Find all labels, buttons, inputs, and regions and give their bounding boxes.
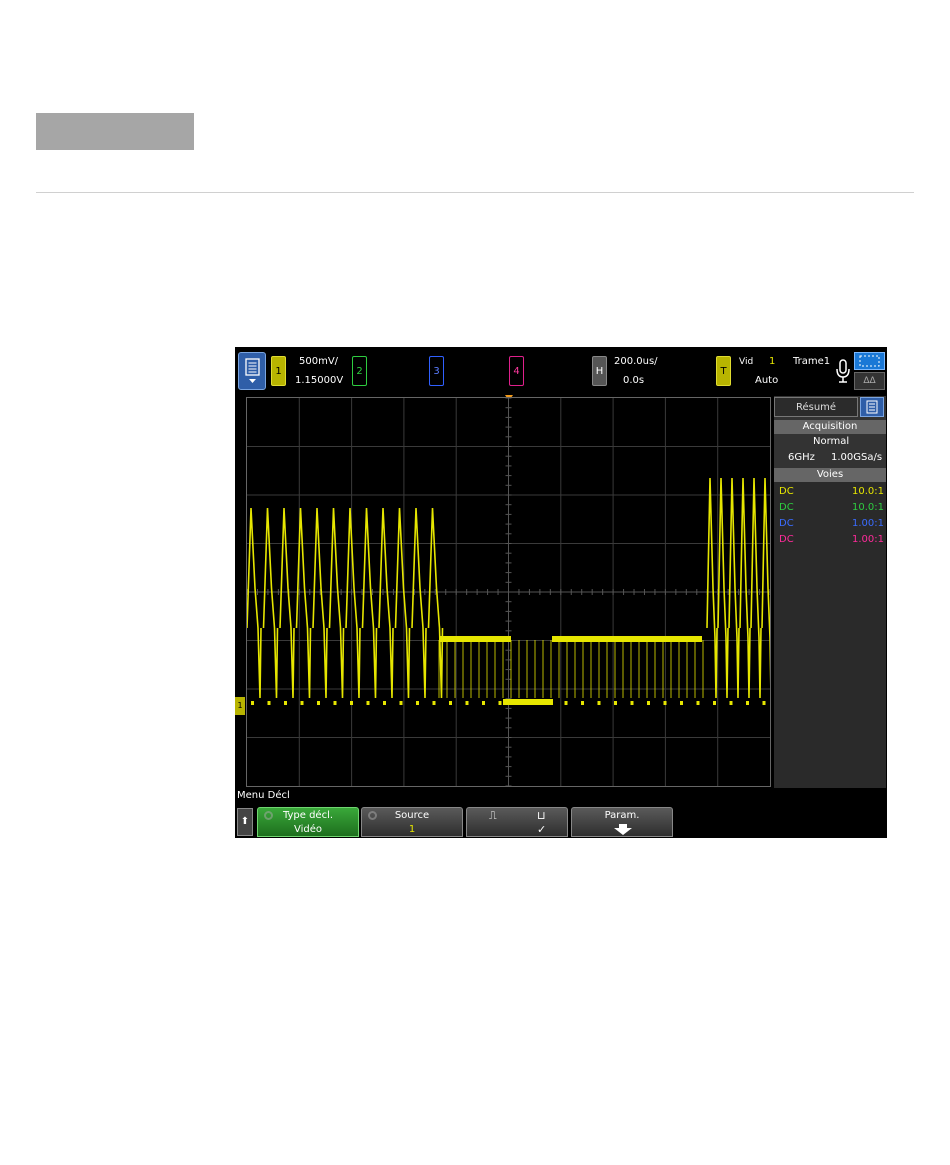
horizontal-button[interactable]: H bbox=[592, 356, 607, 386]
ch3-probe: 1.00:1 bbox=[852, 518, 884, 529]
ch1-sync-tip bbox=[399, 701, 403, 705]
ch1-sync-tip bbox=[300, 701, 304, 705]
trigger-type-value: Vidéo bbox=[293, 824, 323, 835]
source-label: Source bbox=[394, 810, 430, 821]
ch2-coupling: DC bbox=[779, 502, 794, 513]
ch1-sync-tip bbox=[498, 701, 502, 705]
ch1-sync-tip bbox=[432, 701, 436, 705]
measure-delta-icon[interactable]: ΔΔ bbox=[854, 372, 885, 390]
ch1-sync-tip bbox=[333, 701, 337, 705]
ch1-sync-tip bbox=[729, 701, 733, 705]
ch1-probe: 10.0:1 bbox=[852, 486, 884, 497]
channels-list: DC 10.0:1 DC 10.0:1 DC 1.00:1 DC 1.00:1 bbox=[774, 482, 886, 788]
polarity-softkey[interactable]: ⎍ ⊔ ✓ bbox=[466, 807, 568, 837]
ch1-sync-tip bbox=[465, 701, 469, 705]
waveform-area bbox=[247, 398, 770, 786]
ch1-sync-tip bbox=[449, 701, 452, 705]
ch4-probe: 1.00:1 bbox=[852, 534, 884, 545]
ch1-sync-tip bbox=[647, 701, 650, 705]
ch1-sync-tip bbox=[515, 701, 518, 705]
channel-2-button[interactable]: 2 bbox=[352, 356, 367, 386]
microphone-icon[interactable] bbox=[835, 359, 851, 385]
ch1-vsync-pulse bbox=[503, 699, 553, 705]
waveform-display bbox=[246, 397, 771, 787]
negative-polarity-icon: ⊔ bbox=[537, 809, 546, 822]
ch1-sync-tip bbox=[548, 701, 551, 705]
ch1-sync-tip bbox=[531, 701, 535, 705]
ch1-sync-tip bbox=[746, 701, 749, 705]
params-label: Param. bbox=[604, 810, 640, 821]
ch1-sync-tip bbox=[350, 701, 353, 705]
oscilloscope-screen: 1 500mV/ 1.15000V 2 3 4 H 200.0us/ 0.0s … bbox=[235, 347, 887, 838]
channel-1-button[interactable]: 1 bbox=[271, 356, 286, 386]
params-softkey[interactable]: Param. bbox=[571, 807, 673, 837]
ch1-sync-tip bbox=[564, 701, 568, 705]
ch1-sync-tip bbox=[614, 701, 617, 705]
source-softkey[interactable]: Source 1 bbox=[361, 807, 463, 837]
check-icon: ✓ bbox=[537, 823, 547, 836]
sample-rate: 1.00GSa/s bbox=[831, 452, 883, 463]
ch1-blanking-level bbox=[439, 636, 511, 642]
ch1-sync-tip bbox=[416, 701, 419, 705]
arrow-down-icon bbox=[614, 824, 632, 835]
menu-title: Menu Décl bbox=[237, 790, 290, 801]
ch1-sync-tip bbox=[663, 701, 667, 705]
ch1-sync-tip bbox=[284, 701, 287, 705]
acquisition-mode: Normal bbox=[813, 436, 850, 447]
ch1-offset: 1.15000V bbox=[295, 375, 344, 386]
channels-header: Voies bbox=[774, 468, 886, 482]
ch1-sync-tip bbox=[267, 701, 271, 705]
trigger-source: 1 bbox=[769, 356, 776, 367]
ch1-sync-tip bbox=[251, 701, 254, 705]
ch1-sync-tip bbox=[317, 701, 320, 705]
ch1-blanking-level bbox=[552, 636, 702, 642]
ch1-scale: 500mV/ bbox=[299, 356, 339, 367]
ch1-ground-marker[interactable]: 1 bbox=[235, 697, 245, 715]
trigger-field: Trame1 bbox=[793, 356, 831, 367]
trigger-button[interactable]: T bbox=[716, 356, 731, 386]
horizontal-delay: 0.0s bbox=[623, 375, 645, 386]
channel-4-button[interactable]: 4 bbox=[509, 356, 524, 386]
ch1-sync-tip bbox=[630, 701, 634, 705]
status-header: 1 500mV/ 1.15000V 2 3 4 H 200.0us/ 0.0s … bbox=[235, 347, 887, 395]
trigger-type-softkey[interactable]: Type décl. Vidéo bbox=[257, 807, 359, 837]
ch1-sync-tip bbox=[762, 701, 766, 705]
ch1-trace-active bbox=[706, 477, 770, 699]
trigger-mode: Auto bbox=[755, 375, 779, 386]
ch1-sync-tip bbox=[597, 701, 601, 705]
ch1-sync-tip bbox=[366, 701, 370, 705]
ch1-trace-active bbox=[247, 507, 444, 699]
tab-resume[interactable]: Résumé bbox=[774, 397, 858, 417]
info-panel: Résumé Acquisition Normal 6GHz 1.00GSa/s… bbox=[774, 396, 886, 788]
menu-icon bbox=[245, 358, 260, 383]
ch1-sync-tip bbox=[696, 701, 700, 705]
ch1-coupling: DC bbox=[779, 486, 794, 497]
zoom-box-icon[interactable] bbox=[854, 352, 885, 370]
ch1-sync-tip bbox=[581, 701, 584, 705]
horizontal-scale: 200.0us/ bbox=[614, 356, 658, 367]
ch1-sync-tip bbox=[482, 701, 485, 705]
trigger-type: Vid bbox=[739, 357, 754, 367]
ch1-sync-tip bbox=[680, 701, 683, 705]
section-heading-block bbox=[36, 113, 194, 150]
source-value: 1 bbox=[408, 824, 416, 835]
channel-3-button[interactable]: 3 bbox=[429, 356, 444, 386]
ch3-coupling: DC bbox=[779, 518, 794, 529]
menu-up-button[interactable]: ⬆ bbox=[237, 808, 253, 836]
ch4-coupling: DC bbox=[779, 534, 794, 545]
touch-zoom-controls[interactable]: ΔΔ bbox=[854, 352, 885, 390]
panel-menu-icon[interactable] bbox=[860, 397, 884, 417]
ch1-sync-tip bbox=[713, 701, 716, 705]
trigger-type-label: Type décl. bbox=[282, 810, 334, 821]
softkey-menu: Menu Décl ⬆ Type décl. Vidéo Source 1 ⎍ … bbox=[235, 788, 887, 838]
ch1-sync-tip bbox=[383, 701, 386, 705]
ch2-probe: 10.0:1 bbox=[852, 502, 884, 513]
divider bbox=[36, 192, 914, 193]
bandwidth: 6GHz bbox=[788, 452, 815, 463]
acquisition-header: Acquisition bbox=[774, 420, 886, 434]
positive-polarity-icon: ⎍ bbox=[489, 809, 497, 822]
main-menu-button[interactable] bbox=[238, 352, 266, 390]
